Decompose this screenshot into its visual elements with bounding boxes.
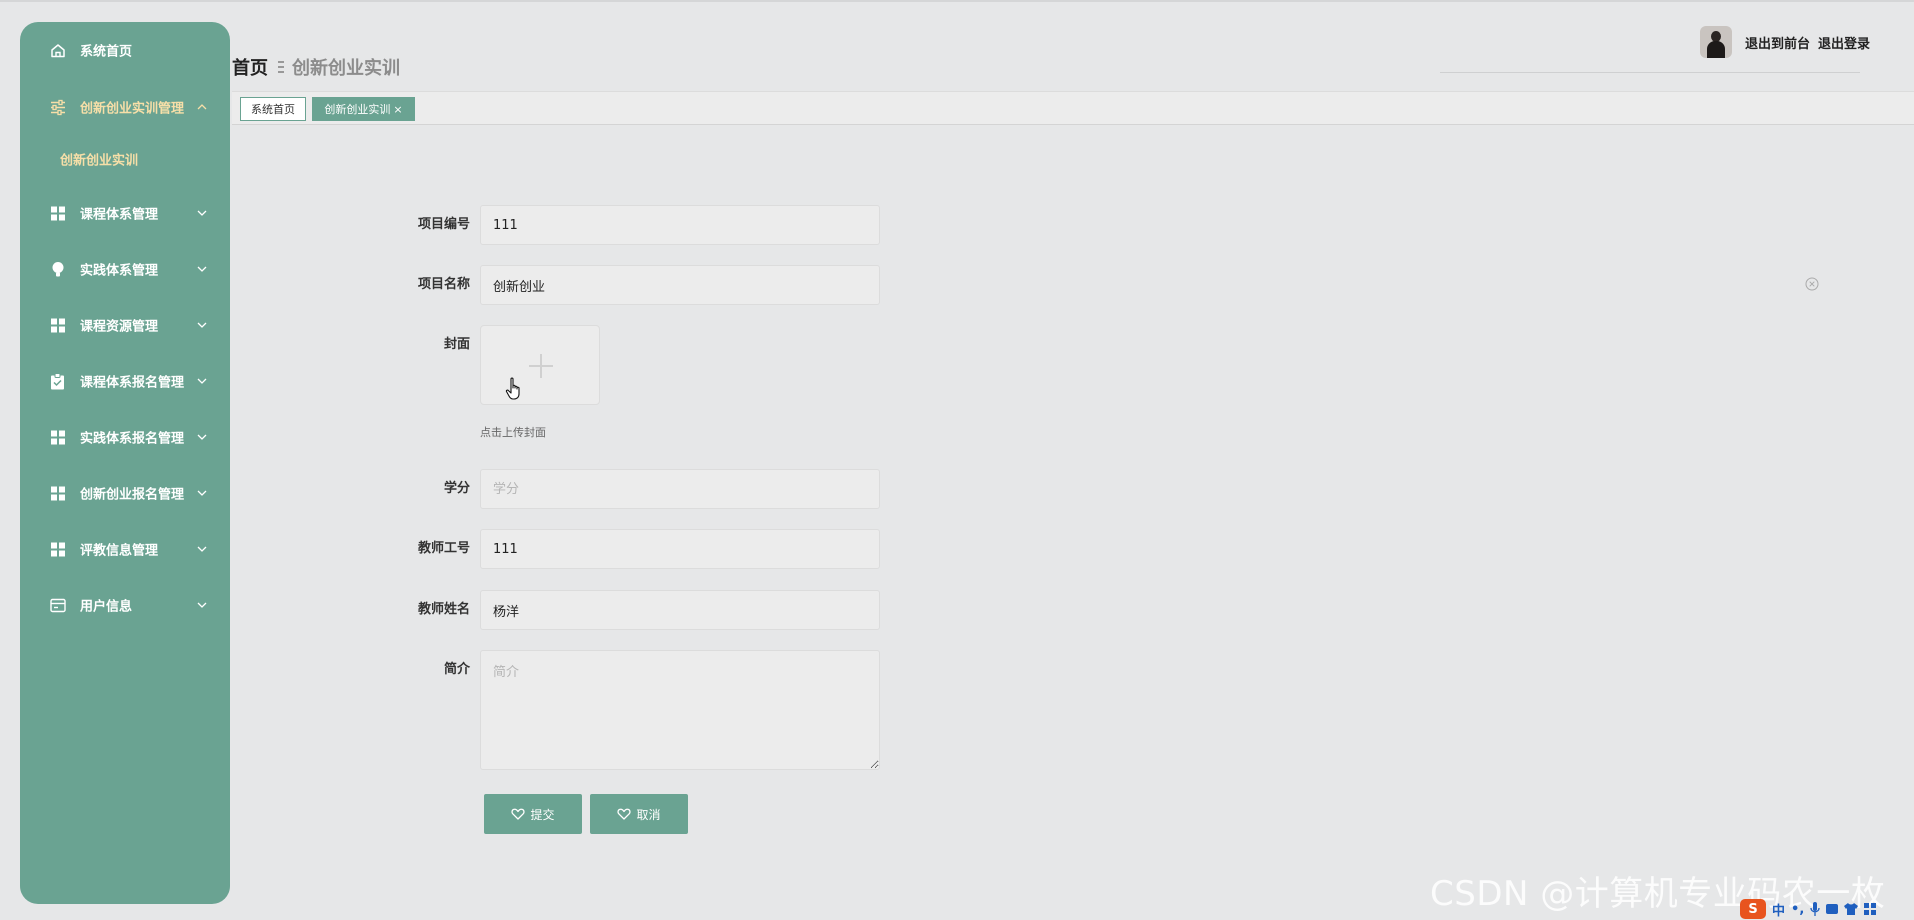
chevron-down-icon <box>197 546 207 552</box>
chevron-down-icon <box>197 434 207 440</box>
user-area: 退出到前台 退出登录 <box>1700 25 1870 59</box>
project-name-label: 项目名称 <box>417 277 470 292</box>
sidebar-item-user-info[interactable]: 用户信息 <box>20 585 230 625</box>
cover-label: 封面 <box>443 337 470 352</box>
close-circle-icon[interactable] <box>1805 277 1819 291</box>
bulb-icon <box>49 261 66 278</box>
heart-icon <box>511 808 526 820</box>
hand-cursor-icon <box>505 377 520 400</box>
sogou-ime-icon[interactable]: S <box>1740 899 1766 919</box>
chevron-down-icon <box>197 490 207 496</box>
credits-input[interactable] <box>480 469 880 509</box>
intro-label: 简介 <box>443 662 470 677</box>
close-icon[interactable]: × <box>393 103 402 116</box>
chevron-down-icon <box>197 210 207 216</box>
back-to-frontend-link[interactable]: 退出到前台 <box>1745 33 1810 52</box>
ime-punctuation-icon[interactable]: •, <box>1791 902 1804 917</box>
grid-icon <box>49 317 66 334</box>
tab-innovation-training[interactable]: 创新创业实训 × <box>312 97 415 121</box>
sidebar-item-label: 课程体系管理 <box>80 207 159 223</box>
breadcrumb-home[interactable]: 首页 <box>232 54 268 80</box>
home-icon <box>49 42 66 59</box>
shirt-icon[interactable] <box>1844 903 1859 915</box>
logout-link[interactable]: 退出登录 <box>1818 33 1870 52</box>
grid-icon <box>49 485 66 502</box>
submit-button[interactable]: 提交 <box>484 794 582 834</box>
sidebar: 系统首页 创新创业实训管理 创新创业实训 课程体系管理 实践体系管理 课程资源管… <box>20 22 230 904</box>
tab-label: 创新创业实训 <box>324 103 391 116</box>
sliders-icon <box>49 99 66 116</box>
heart-icon <box>617 808 632 820</box>
project-no-input[interactable] <box>480 205 880 245</box>
grid-icon <box>49 541 66 558</box>
submit-label: 提交 <box>530 807 555 822</box>
sidebar-item-label: 课程体系报名管理 <box>80 375 185 391</box>
sidebar-item-evaluation[interactable]: 评教信息管理 <box>20 529 230 569</box>
teacher-name-label: 教师姓名 <box>417 602 470 617</box>
cancel-label: 取消 <box>636 807 661 822</box>
plus-icon <box>540 354 542 378</box>
sidebar-item-label: 创新创业实训管理 <box>80 101 185 117</box>
sidebar-item-label: 用户信息 <box>80 599 133 615</box>
chevron-down-icon <box>197 322 207 328</box>
cancel-button[interactable]: 取消 <box>590 794 688 834</box>
sidebar-subitem-label: 创新创业实训 <box>60 153 139 169</box>
tab-label: 系统首页 <box>251 103 295 116</box>
sidebar-item-course-enrollment[interactable]: 课程体系报名管理 <box>20 361 230 401</box>
teacher-no-label: 教师工号 <box>417 541 470 556</box>
chevron-down-icon <box>197 602 207 608</box>
card-icon <box>49 597 66 614</box>
credits-label: 学分 <box>443 481 470 496</box>
sidebar-item-innovation-training[interactable]: 创新创业实训管理 <box>20 87 230 127</box>
chevron-down-icon <box>197 378 207 384</box>
clipboard-icon <box>49 373 66 390</box>
sidebar-item-practice-enrollment[interactable]: 实践体系报名管理 <box>20 417 230 457</box>
grid-icon <box>49 205 66 222</box>
sidebar-item-innovation-enrollment[interactable]: 创新创业报名管理 <box>20 473 230 513</box>
cover-upload-hint: 点击上传封面 <box>480 426 546 439</box>
tabs-bar: 系统首页 创新创业实训 × <box>232 91 1914 125</box>
breadcrumb-current: 创新创业实训 <box>292 58 400 79</box>
microphone-icon[interactable] <box>1810 902 1820 916</box>
keyboard-icon[interactable] <box>1826 904 1839 914</box>
sidebar-item-home[interactable]: 系统首页 <box>20 30 230 70</box>
sidebar-item-label: 实践体系报名管理 <box>80 431 185 447</box>
project-name-input[interactable] <box>480 265 880 305</box>
cover-upload-button[interactable] <box>480 325 600 405</box>
sidebar-item-label: 评教信息管理 <box>80 543 159 559</box>
breadcrumb: 首页 创新创业实训 <box>232 54 400 80</box>
sidebar-subitem-innovation-training[interactable]: 创新创业实训 <box>20 141 230 177</box>
sidebar-item-label: 创新创业报名管理 <box>80 487 185 503</box>
sidebar-item-course-system[interactable]: 课程体系管理 <box>20 193 230 233</box>
sidebar-item-label: 课程资源管理 <box>80 319 159 335</box>
sidebar-item-practice-system[interactable]: 实践体系管理 <box>20 249 230 289</box>
breadcrumb-separator-icon <box>278 61 284 73</box>
header-divider <box>1440 72 1860 73</box>
tab-home[interactable]: 系统首页 <box>240 97 306 121</box>
teacher-name-input[interactable] <box>480 590 880 630</box>
project-no-label: 项目编号 <box>417 217 470 232</box>
top-border <box>0 0 1914 2</box>
avatar[interactable] <box>1700 26 1732 58</box>
ime-toolbar: S 中 •, <box>1740 898 1914 920</box>
sidebar-item-label: 系统首页 <box>80 44 133 60</box>
intro-textarea[interactable] <box>480 650 880 770</box>
chevron-up-icon <box>197 104 207 110</box>
sidebar-item-label: 实践体系管理 <box>80 263 159 279</box>
grid-icon <box>49 429 66 446</box>
toolbox-icon[interactable] <box>1864 903 1877 915</box>
ime-language-toggle[interactable]: 中 <box>1772 900 1785 919</box>
sidebar-item-course-resources[interactable]: 课程资源管理 <box>20 305 230 345</box>
chevron-down-icon <box>197 266 207 272</box>
teacher-no-input[interactable] <box>480 529 880 569</box>
